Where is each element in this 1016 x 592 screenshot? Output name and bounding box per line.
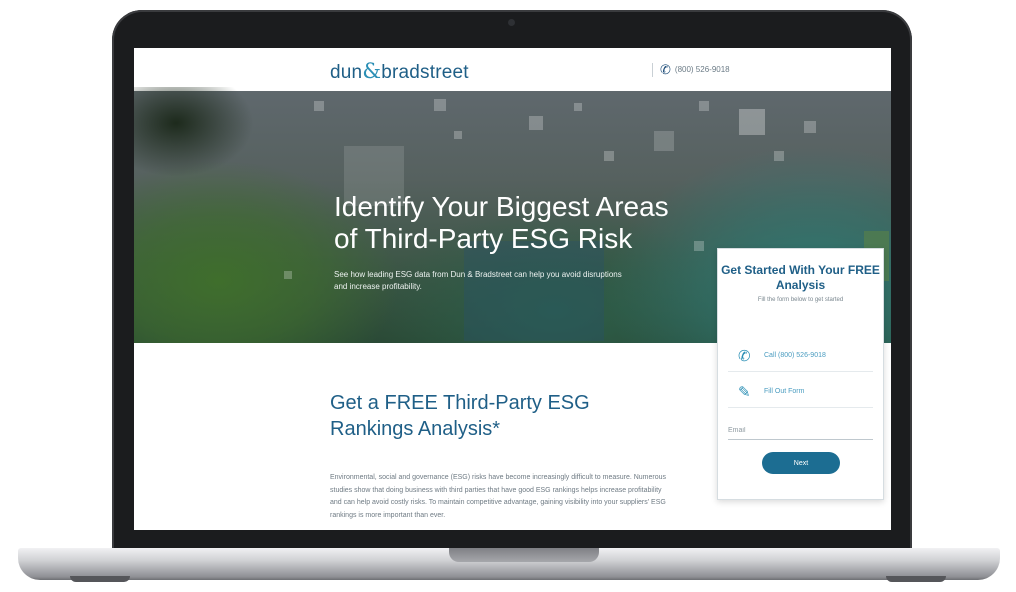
phone-icon: ✆ (660, 62, 671, 77)
laptop-screen: dun&bradstreet ✆ (800) 526-9018 Identify … (134, 48, 891, 530)
camera (508, 19, 515, 26)
form-subtitle: Fill the form below to get started (757, 297, 844, 303)
form-title: Get Started With Your FREE Analysis (721, 263, 880, 292)
signup-form-card: Get Started With Your FREE Analysis Fill… (717, 248, 884, 500)
phone-icon: ✆ (738, 348, 751, 365)
header-divider (652, 63, 653, 77)
logo-text-right: bradstreet (381, 62, 469, 83)
site-header: dun&bradstreet ✆ (800) 526-9018 (134, 48, 891, 91)
laptop-notch (449, 548, 599, 562)
laptop-foot-right (886, 576, 946, 582)
form-option[interactable]: ✎ Fill Out Form (728, 377, 873, 408)
leaf-decoration (134, 87, 254, 177)
dnb-logo[interactable]: dun&bradstreet (330, 59, 469, 84)
call-option[interactable]: ✆ Call (800) 526-9018 (728, 341, 873, 372)
email-field[interactable] (728, 421, 873, 440)
edit-form-icon: ✎ (738, 384, 751, 401)
header-phone[interactable]: ✆ (800) 526-9018 (652, 62, 730, 78)
hero-title: Identify Your Biggest Areas of Third-Par… (334, 191, 669, 254)
call-label: Call (800) 526-9018 (764, 352, 826, 359)
next-button[interactable]: Next (762, 452, 840, 474)
logo-ampersand: & (362, 59, 382, 83)
section-title: Get a FREE Third-Party ESG Rankings Anal… (330, 392, 590, 440)
laptop-foot-left (70, 576, 130, 582)
hero-subtitle: See how leading ESG data from Dun & Brad… (334, 270, 622, 291)
logo-text-left: dun (330, 62, 363, 83)
section-body: Environmental, social and governance (ES… (330, 474, 667, 519)
form-label: Fill Out Form (764, 388, 805, 395)
laptop-base (18, 548, 1000, 580)
laptop-lid: dun&bradstreet ✆ (800) 526-9018 Identify … (112, 10, 912, 560)
header-phone-number: (800) 526-9018 (674, 65, 730, 75)
